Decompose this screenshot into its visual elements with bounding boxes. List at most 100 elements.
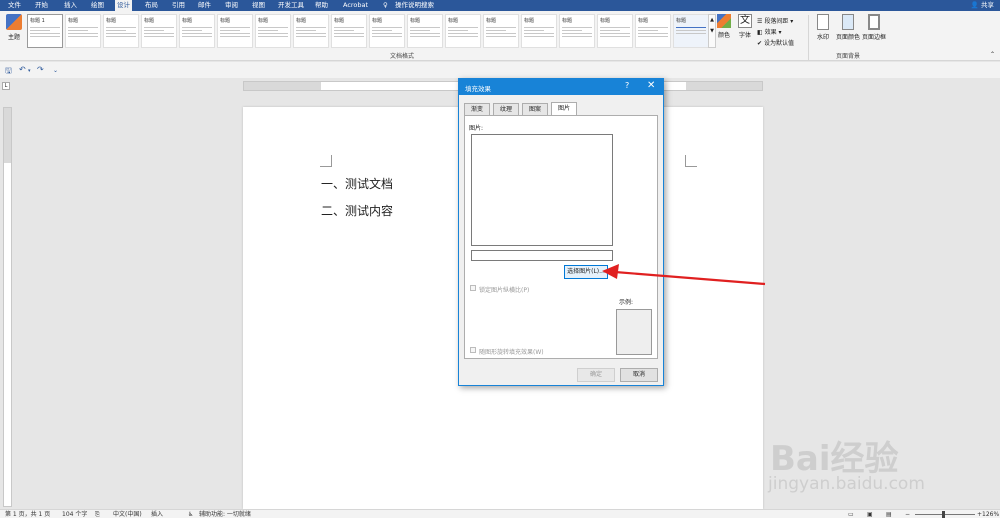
lock-ratio-checkbox[interactable] (470, 285, 476, 291)
picture-preview (471, 134, 613, 246)
margin-corner-mark (320, 155, 332, 167)
style-set-thumb[interactable]: 标题 (559, 14, 595, 48)
page-count[interactable]: 第 1 页，共 1 页 (5, 510, 50, 518)
tab-acrobat[interactable]: Acrobat (341, 0, 370, 11)
style-set-thumb[interactable]: 标题 (635, 14, 671, 48)
zoom-level[interactable]: 126% (982, 510, 999, 518)
cancel-button[interactable]: 取消 (620, 368, 658, 382)
undo-icon[interactable]: ↶ (19, 65, 26, 74)
effects-button[interactable]: ◧ 效果 ▾ (757, 27, 782, 36)
colors-icon (717, 14, 731, 28)
tab-developer[interactable]: 开发工具 (276, 0, 306, 11)
rotate-with-shape-checkbox[interactable] (470, 347, 476, 353)
watermark-icon (817, 14, 829, 30)
tab-view[interactable]: 视图 (250, 0, 267, 11)
menu-bar: 文件 开始 插入 绘图 设计 布局 引用 邮件 审阅 视图 开发工具 帮助 Ac… (0, 0, 1000, 11)
tab-design[interactable]: 设计 (115, 0, 132, 11)
fill-effects-dialog: 填充效果 ? ✕ 渐变 纹理 图案 图片 图片: 选择图片(L)... 锁定图片… (458, 78, 664, 386)
baidu-watermark-logo: Bai经验 (770, 439, 899, 479)
undo-dropdown-icon[interactable]: ▾ (28, 68, 31, 74)
gallery-scroll[interactable]: ▲ ▼ (708, 14, 716, 48)
word-count[interactable]: 104 个字 (62, 510, 87, 518)
tab-review[interactable]: 审阅 (223, 0, 240, 11)
style-set-thumb[interactable]: 标题 (103, 14, 139, 48)
tab-texture[interactable]: 纹理 (493, 103, 519, 115)
zoom-slider-thumb[interactable] (942, 511, 945, 518)
group-label-document-formatting: 文档格式 (390, 53, 415, 60)
zoom-slider[interactable] (915, 514, 975, 515)
checkmark-icon: ✔ (757, 40, 763, 47)
tab-selector[interactable]: L (2, 82, 10, 90)
tab-gradient[interactable]: 渐变 (464, 103, 490, 115)
collapse-ribbon-icon[interactable]: ⌃ (990, 51, 995, 58)
style-set-thumb[interactable]: 标题 1 (27, 14, 63, 48)
style-set-gallery: 标题 1 标题 标题 标题 标题 标题 标题 标题 标题 标题 标题 标题 标题… (27, 14, 709, 50)
style-set-thumb[interactable]: 标题 (179, 14, 215, 48)
style-set-thumb[interactable]: 标题 (673, 14, 709, 48)
document-heading-1[interactable]: 一、测试文档 (321, 175, 393, 192)
tab-insert[interactable]: 插入 (62, 0, 79, 11)
style-set-thumb[interactable]: 标题 (255, 14, 291, 48)
tab-home[interactable]: 开始 (33, 0, 50, 11)
save-icon[interactable]: 🖫 (5, 65, 12, 79)
fonts-button[interactable]: 文 字体 (737, 14, 753, 39)
set-default-button[interactable]: ✔ 设为默认值 (757, 38, 794, 47)
customize-qat-icon[interactable]: ⌄ (53, 67, 58, 74)
picture-label: 图片: (469, 125, 484, 132)
tab-draw[interactable]: 绘图 (89, 0, 106, 11)
ribbon: 主题 标题 1 标题 标题 标题 标题 标题 标题 标题 标题 标题 标题 标题… (0, 11, 1000, 61)
style-set-thumb[interactable]: 标题 (445, 14, 481, 48)
page-borders-button[interactable]: 页面边框 (862, 14, 886, 41)
accessibility-status[interactable]: 辅助功能: 一切就绪 (199, 510, 251, 518)
tab-layout[interactable]: 布局 (143, 0, 160, 11)
close-icon[interactable]: ✕ (647, 80, 655, 91)
print-layout-icon[interactable]: ▣ (867, 510, 873, 518)
tab-mailings[interactable]: 邮件 (196, 0, 213, 11)
watermark-button[interactable]: 水印 (813, 14, 833, 41)
language-indicator[interactable]: 中文(中国) (113, 510, 142, 518)
style-set-thumb[interactable]: 标题 (369, 14, 405, 48)
style-set-thumb[interactable]: 标题 (597, 14, 633, 48)
vertical-ruler[interactable] (3, 107, 12, 507)
share-button[interactable]: 👤 共享 (971, 0, 994, 11)
accessibility-icon: ♿ (188, 511, 194, 518)
page-color-button[interactable]: 页面颜色 (836, 14, 860, 41)
sample-preview (616, 309, 652, 355)
tab-picture[interactable]: 图片 (551, 102, 577, 116)
tab-pattern[interactable]: 图案 (522, 103, 548, 115)
style-set-thumb[interactable]: 标题 (521, 14, 557, 48)
read-mode-icon[interactable]: ▭ (848, 510, 854, 518)
zoom-out-icon[interactable]: − (905, 510, 910, 518)
style-set-thumb[interactable]: 标题 (217, 14, 253, 48)
sample-label: 示例: (619, 299, 634, 306)
tab-help[interactable]: 帮助 (313, 0, 330, 11)
themes-button[interactable]: 主题 (4, 14, 24, 41)
help-icon[interactable]: ? (625, 81, 629, 90)
colors-button[interactable]: 颜色 (716, 14, 732, 39)
style-set-thumb[interactable]: 标题 (141, 14, 177, 48)
rotate-with-shape-label: 随图形旋转填充效果(W) (479, 349, 544, 356)
tell-me-search[interactable]: 操作说明搜索 (393, 0, 436, 11)
quick-access-toolbar: 🖫 ↶ ▾ ↷ ⌄ (0, 62, 1000, 78)
select-picture-button[interactable]: 选择图片(L)... (564, 265, 608, 279)
baidu-watermark-url: jingyan.baidu.com (768, 474, 925, 494)
redo-icon[interactable]: ↷ (37, 65, 44, 74)
picture-filename-field (471, 250, 613, 261)
style-set-thumb[interactable]: 标题 (293, 14, 329, 48)
style-set-thumb[interactable]: 标题 (483, 14, 519, 48)
style-set-thumb[interactable]: 标题 (65, 14, 101, 48)
paragraph-spacing-icon: ☰ (757, 18, 763, 25)
dialog-titlebar[interactable]: 填充效果 ? ✕ (459, 79, 663, 95)
insert-mode[interactable]: 插入 (151, 510, 163, 518)
ok-button[interactable]: 确定 (577, 368, 615, 382)
style-set-thumb[interactable]: 标题 (407, 14, 443, 48)
tab-references[interactable]: 引用 (170, 0, 187, 11)
document-heading-2[interactable]: 二、测试内容 (321, 202, 393, 219)
web-layout-icon[interactable]: ▤ (886, 510, 892, 518)
tab-file[interactable]: 文件 (6, 0, 23, 11)
group-label-page-background: 页面背景 (836, 53, 861, 60)
proofing-icon[interactable]: ⎘ (95, 510, 100, 518)
paragraph-spacing-button[interactable]: ☰ 段落间距 ▾ (757, 16, 793, 25)
style-set-thumb[interactable]: 标题 (331, 14, 367, 48)
dialog-title: 填充效果 (465, 85, 491, 93)
